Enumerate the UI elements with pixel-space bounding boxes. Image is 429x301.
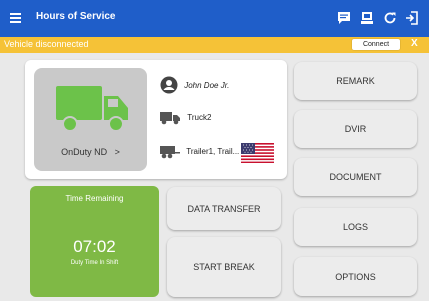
truck-row: Truck2: [160, 110, 211, 125]
refresh-icon[interactable]: [382, 10, 398, 26]
document-button[interactable]: DOCUMENT: [294, 158, 417, 196]
truck-name: Truck2: [187, 113, 212, 122]
time-remaining-card[interactable]: Time Remaining 07:02 Duty Time In Shift: [30, 186, 159, 297]
connect-button[interactable]: Connect: [352, 39, 400, 50]
options-button[interactable]: OPTIONS: [294, 257, 417, 296]
message-icon[interactable]: [336, 10, 352, 26]
menu-icon[interactable]: [10, 13, 21, 23]
duty-status-label: OnDuty ND >: [61, 147, 120, 157]
trailer-icon: [160, 146, 180, 159]
remark-button[interactable]: REMARK: [294, 62, 417, 100]
chevron-right-icon: >: [114, 147, 120, 157]
time-remaining-value: 07:02: [73, 237, 116, 256]
truck-icon: [56, 86, 128, 132]
start-break-button[interactable]: START BREAK: [167, 237, 281, 297]
app-title: Hours of Service: [36, 11, 116, 22]
trailer-row: Trailer1, Trail...: [160, 144, 239, 159]
time-remaining-sublabel: Duty Time In Shift: [70, 260, 119, 266]
driver-name-row: John Doe Jr.: [160, 76, 229, 94]
trailer-name: Trailer1, Trail...: [186, 147, 240, 156]
us-flag-icon: [241, 143, 274, 163]
truck-small-icon: [160, 112, 180, 125]
close-banner-button[interactable]: X: [411, 38, 418, 49]
vehicle-status-banner: Vehicle disconnected Connect X: [0, 37, 429, 53]
dvir-button[interactable]: DVIR: [294, 110, 417, 148]
data-transfer-button[interactable]: DATA TRANSFER: [167, 187, 281, 230]
duty-status-button[interactable]: OnDuty ND >: [34, 68, 147, 171]
banner-message: Vehicle disconnected: [4, 39, 89, 49]
user-icon: [160, 76, 178, 94]
time-remaining-label: Time Remaining: [65, 194, 124, 203]
app-bar: Hours of Service: [0, 0, 429, 37]
driver-name: John Doe Jr.: [184, 80, 230, 90]
logout-icon[interactable]: [404, 10, 420, 26]
device-icon[interactable]: [359, 10, 375, 26]
logs-button[interactable]: LOGS: [294, 208, 417, 246]
